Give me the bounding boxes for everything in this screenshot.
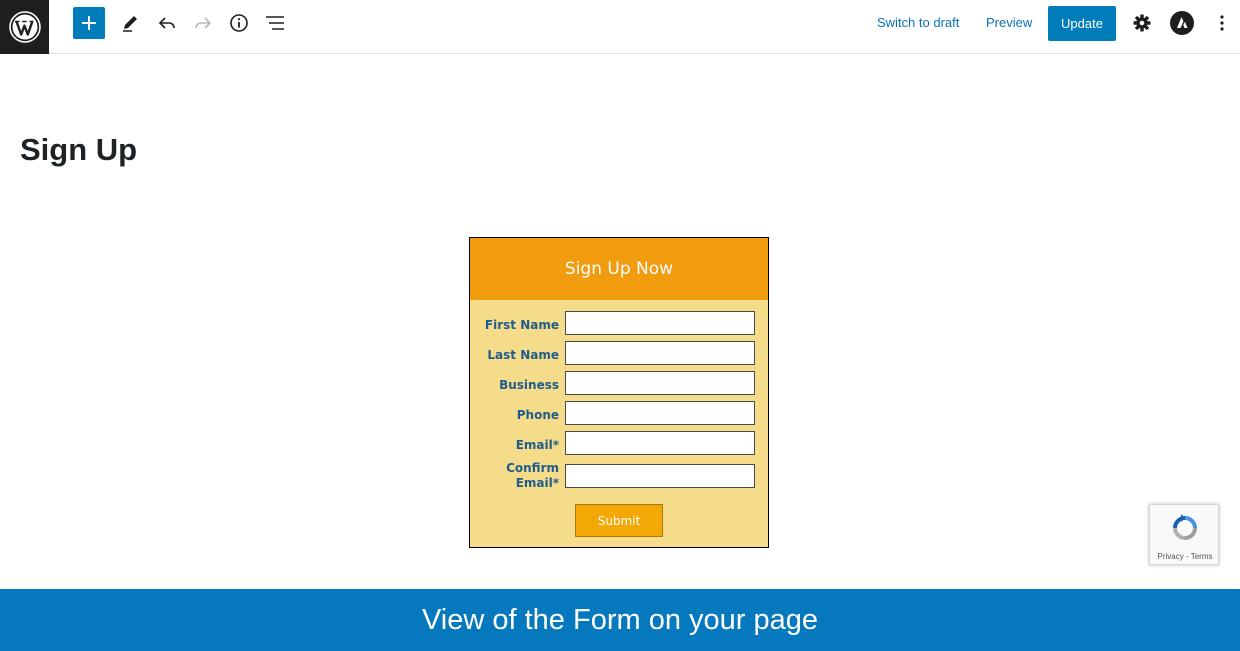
last-name-label: Last Name bbox=[487, 348, 559, 362]
gear-icon bbox=[1133, 14, 1151, 32]
astra-logo-icon bbox=[1170, 11, 1194, 35]
page-title[interactable]: Sign Up bbox=[20, 132, 137, 168]
redo-icon bbox=[195, 17, 212, 29]
info-icon bbox=[230, 14, 248, 32]
wordpress-logo-icon[interactable] bbox=[0, 0, 49, 54]
recaptcha-icon bbox=[1173, 514, 1197, 540]
more-vertical-icon bbox=[1220, 15, 1224, 31]
phone-label: Phone bbox=[516, 408, 559, 422]
switch-to-draft-button[interactable]: Switch to draft bbox=[877, 13, 959, 33]
edit-tools-button[interactable] bbox=[113, 7, 147, 39]
settings-button[interactable] bbox=[1125, 7, 1159, 39]
update-button[interactable]: Update bbox=[1048, 6, 1116, 41]
recaptcha-badge[interactable]: Privacy - Terms bbox=[1149, 504, 1219, 565]
last-name-field[interactable] bbox=[565, 341, 755, 365]
astra-settings-button[interactable] bbox=[1165, 7, 1199, 39]
preview-button[interactable]: Preview bbox=[986, 13, 1032, 33]
confirm-email-label-line1: Confirm bbox=[506, 461, 559, 475]
submit-button[interactable]: Submit bbox=[575, 504, 663, 537]
business-field[interactable] bbox=[565, 371, 755, 395]
confirm-email-field[interactable] bbox=[565, 464, 755, 488]
add-block-button[interactable] bbox=[73, 7, 105, 39]
confirm-email-label-line2: Email* bbox=[515, 476, 559, 490]
plus-icon bbox=[82, 16, 96, 30]
first-name-label: First Name bbox=[484, 318, 559, 332]
business-label: Business bbox=[499, 378, 559, 392]
undo-icon bbox=[158, 17, 175, 29]
recaptcha-privacy-link[interactable]: Privacy bbox=[1158, 552, 1184, 561]
list-view-icon bbox=[266, 16, 284, 30]
undo-button[interactable] bbox=[150, 7, 184, 39]
list-view-button[interactable] bbox=[258, 7, 292, 39]
pencil-icon bbox=[123, 16, 137, 32]
signup-form: Sign Up Now First Name Last Name Busines… bbox=[469, 237, 769, 548]
recaptcha-separator: - bbox=[1183, 552, 1191, 561]
caption-banner: View of the Form on your page bbox=[0, 589, 1240, 651]
email-label: Email* bbox=[515, 438, 559, 452]
phone-field[interactable] bbox=[565, 401, 755, 425]
first-name-field[interactable] bbox=[565, 311, 755, 335]
editor-toolbar: Switch to draft Preview Update bbox=[0, 0, 1240, 54]
form-heading: Sign Up Now bbox=[470, 238, 768, 300]
email-field[interactable] bbox=[565, 431, 755, 455]
more-options-button[interactable] bbox=[1205, 7, 1239, 39]
recaptcha-links: Privacy - Terms bbox=[1150, 552, 1220, 561]
redo-button[interactable] bbox=[186, 7, 220, 39]
details-button[interactable] bbox=[222, 7, 256, 39]
recaptcha-terms-link[interactable]: Terms bbox=[1191, 552, 1213, 561]
